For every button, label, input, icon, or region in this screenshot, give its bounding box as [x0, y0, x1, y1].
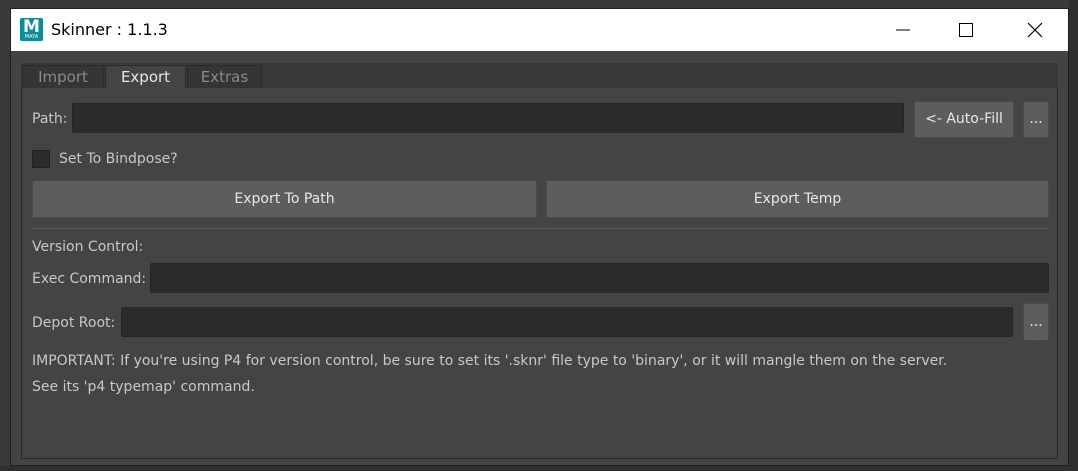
section-divider: [32, 228, 1049, 229]
background-edge: [1069, 0, 1078, 471]
exec-command-label: Exec Command:: [32, 271, 147, 287]
app-icon-sub: MAYA: [24, 34, 39, 40]
version-control-label: Version Control:: [32, 239, 144, 255]
bindpose-checkbox[interactable]: [32, 150, 50, 168]
skinner-window: M MAYA Skinner : 1.1.3 Import Export Ext…: [10, 8, 1069, 466]
background-edge-bottom: [0, 466, 1078, 471]
tab-import[interactable]: Import: [22, 65, 104, 88]
depot-root-input[interactable]: [121, 307, 1013, 337]
close-icon: [1027, 22, 1043, 38]
tab-bar: Import Export Extras: [21, 63, 1058, 88]
minimize-button[interactable]: [880, 9, 926, 51]
maximize-button[interactable]: [943, 9, 989, 51]
depot-browse-button[interactable]: ...: [1023, 303, 1049, 341]
maximize-icon: [959, 23, 973, 37]
tab-extras[interactable]: Extras: [187, 65, 262, 88]
typemap-note: See its 'p4 typemap' command.: [32, 379, 255, 395]
export-to-path-button[interactable]: Export To Path: [32, 180, 537, 218]
maya-app-icon: M MAYA: [20, 18, 43, 41]
close-button[interactable]: [1012, 9, 1058, 51]
export-temp-button[interactable]: Export Temp: [546, 180, 1049, 218]
auto-fill-button[interactable]: <- Auto-Fill: [914, 101, 1014, 138]
path-label: Path:: [32, 111, 68, 127]
path-browse-button[interactable]: ...: [1023, 101, 1049, 138]
bindpose-label: Set To Bindpose?: [59, 151, 178, 167]
minimize-icon: [896, 29, 910, 31]
important-note: IMPORTANT: If you're using P4 for versio…: [32, 353, 948, 369]
exec-command-input[interactable]: [150, 263, 1049, 293]
depot-root-label: Depot Root:: [32, 315, 116, 331]
title-bar[interactable]: M MAYA Skinner : 1.1.3: [11, 9, 1068, 51]
tab-export[interactable]: Export: [105, 65, 186, 88]
path-input[interactable]: [72, 103, 904, 133]
window-title: Skinner : 1.1.3: [51, 20, 168, 39]
tab-panel: Import Export Extras Path: <- Auto-Fill …: [21, 63, 1058, 459]
